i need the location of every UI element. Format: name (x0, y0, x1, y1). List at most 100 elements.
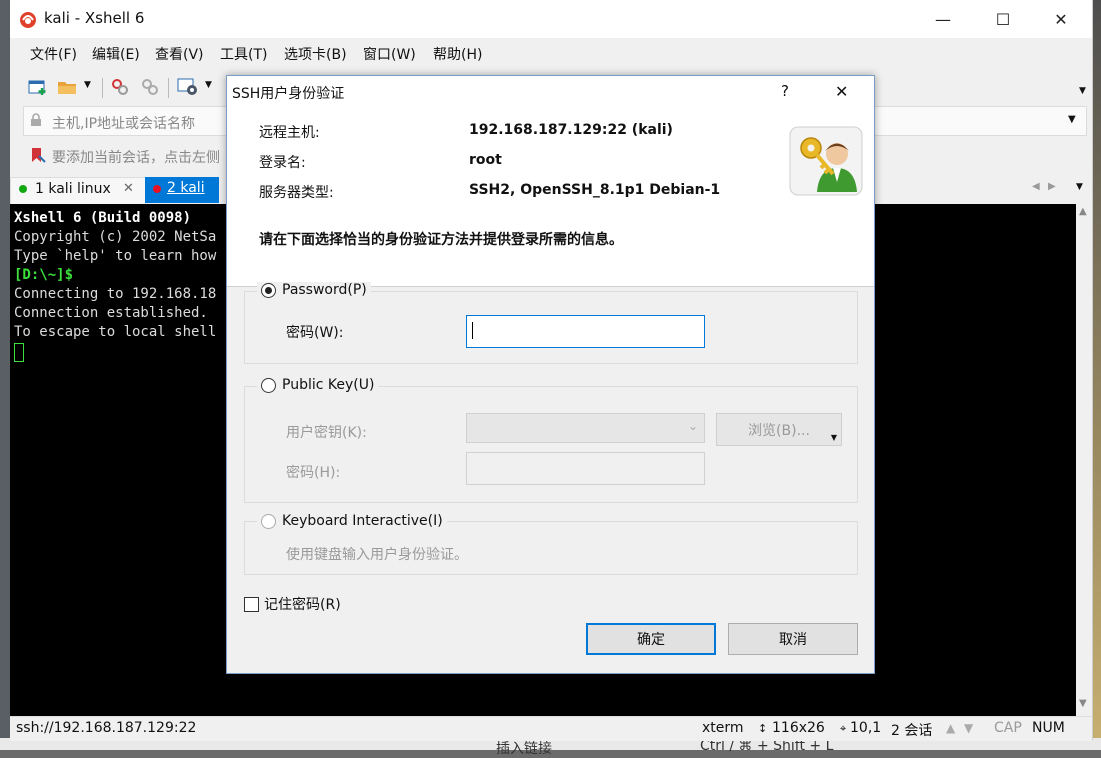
status-position: 10,1 (850, 720, 882, 736)
menu-tools[interactable]: 工具(T) (220, 44, 267, 64)
address-placeholder: 主机,IP地址或会话名称 (52, 116, 196, 132)
scroll-up-icon[interactable]: ▲ (1079, 206, 1087, 217)
user-key-icon (789, 126, 863, 196)
tab-status-dot (19, 185, 27, 193)
radio-disabled-indicator (261, 513, 276, 529)
status-size: 116x26 (772, 720, 825, 736)
tab-close-icon[interactable]: ✕ (123, 181, 134, 196)
scroll-down-icon[interactable]: ▼ (1079, 698, 1087, 709)
remote-host-label: 远程主机: (259, 125, 320, 141)
session-up-icon[interactable]: ▲ (946, 721, 955, 735)
open-folder-icon[interactable] (56, 76, 80, 98)
menu-edit[interactable]: 编辑(E) (92, 44, 140, 64)
maximize-button[interactable]: ☐ (980, 4, 1026, 34)
instruction-text: 请在下面选择恰当的身份验证方法并提供登录所需的信息。 (259, 232, 623, 248)
open-dropdown-icon[interactable]: ▼ (84, 80, 91, 90)
tab-status-dot (153, 185, 161, 193)
dialog-title: SSH用户身份验证 (232, 86, 345, 102)
chevron-down-icon: ⌄ (687, 419, 698, 433)
login-name-value: root (469, 152, 502, 168)
checkbox-box (244, 596, 259, 612)
radio-unselected-indicator (261, 377, 276, 393)
bookmark-icon (32, 148, 46, 163)
ok-button[interactable]: 确定 (586, 623, 716, 655)
cursor-position-icon: ⌖ (840, 722, 847, 735)
connect-icon[interactable] (108, 76, 132, 98)
status-connection: ssh://192.168.187.129:22 (16, 720, 197, 736)
hint-text: 要添加当前会话，点击左侧 (52, 150, 220, 166)
browse-button[interactable]: 浏览(B)... ▼ (716, 413, 842, 446)
terminal-output: Xshell 6 (Build 0098) Copyright (c) 2002… (14, 209, 216, 362)
toolbar-overflow-icon[interactable]: ▼ (1079, 86, 1086, 96)
toolbar-separator (102, 78, 103, 98)
desktop-left-edge (0, 0, 10, 750)
address-dropdown-icon[interactable]: ▼ (1068, 114, 1076, 125)
public-key-radio-label: Public Key(U) (282, 377, 375, 393)
properties-dropdown-icon[interactable]: ▼ (205, 80, 212, 90)
password-radio[interactable]: Password(P) (257, 282, 371, 298)
status-term-type: xterm (702, 720, 744, 736)
terminal-scrollbar[interactable]: ▲ ▼ (1076, 204, 1092, 716)
keyboard-interactive-description: 使用键盘输入用户身份验证。 (286, 547, 468, 563)
menu-file[interactable]: 文件(F) (30, 44, 77, 64)
terminal-cursor (14, 343, 24, 362)
session-down-icon[interactable]: ▼ (964, 721, 973, 735)
tab-label: 2 kali (167, 180, 205, 196)
browse-dropdown-icon: ▼ (830, 433, 837, 442)
menu-tabs[interactable]: 选项卡(B) (284, 44, 347, 64)
password-input[interactable] (466, 315, 705, 348)
dialog-help-button[interactable]: ? (781, 82, 789, 100)
remember-password-label: 记住密码(R) (264, 597, 341, 613)
background-insert-link-text: 插入链接 (496, 741, 552, 757)
terminal-line: Type `help' to learn how (14, 248, 217, 264)
text-caret (472, 322, 473, 339)
terminal-prompt: [D:\~]$ (14, 267, 74, 283)
tab-kali[interactable]: 2 kali (145, 177, 219, 203)
menu-window[interactable]: 窗口(W) (363, 44, 416, 64)
terminal-line: Connecting to 192.168.18 (14, 286, 217, 302)
user-key-select[interactable]: ⌄ (466, 413, 705, 443)
terminal-line: Connection established. (14, 305, 208, 321)
terminal-line: Copyright (c) 2002 NetSa (14, 229, 217, 245)
login-name-label: 登录名: (259, 155, 306, 171)
xshell-app-icon (20, 12, 36, 28)
status-num: NUM (1032, 720, 1065, 736)
keyboard-interactive-label: Keyboard Interactive(I) (282, 513, 443, 529)
ssh-auth-dialog: SSH用户身份验证 ? ✕ 远程主机: 192.168.187.129:22 (… (226, 75, 875, 674)
browse-button-label: 浏览(B)... (748, 422, 810, 439)
tab-label: 1 kali linux (35, 181, 111, 197)
dialog-close-button[interactable]: ✕ (835, 82, 848, 101)
key-passphrase-input[interactable] (466, 452, 705, 485)
disconnect-icon[interactable] (138, 76, 162, 98)
user-key-label: 用户密钥(K): (286, 425, 367, 441)
close-window-button[interactable]: ✕ (1038, 4, 1084, 34)
public-key-radio[interactable]: Public Key(U) (257, 377, 379, 393)
tab-scroll-right-icon[interactable]: ▶ (1048, 181, 1056, 192)
new-session-icon[interactable] (26, 76, 50, 98)
tab-kali-linux[interactable]: 1 kali linux ✕ (10, 177, 146, 205)
password-field-label: 密码(W): (286, 325, 344, 341)
menu-view[interactable]: 查看(V) (155, 44, 204, 64)
keyboard-interactive-radio[interactable]: Keyboard Interactive(I) (257, 513, 447, 529)
lock-icon (31, 113, 41, 126)
status-cap: CAP (994, 720, 1022, 736)
key-passphrase-label: 密码(H): (286, 465, 341, 481)
window-title: kali - Xshell 6 (44, 9, 145, 27)
remote-host-value: 192.168.187.129:22 (kali) (469, 122, 673, 138)
tab-list-dropdown-icon[interactable]: ▼ (1076, 182, 1083, 192)
tab-scroll-left-icon[interactable]: ◀ (1032, 181, 1040, 192)
menu-help[interactable]: 帮助(H) (433, 44, 482, 64)
properties-icon[interactable] (176, 76, 200, 98)
terminal-line: To escape to local shell (14, 324, 217, 340)
desktop-right-edge (1092, 0, 1101, 750)
server-type-label: 服务器类型: (259, 185, 334, 201)
radio-selected-indicator (261, 282, 276, 298)
minimize-button[interactable]: — (920, 4, 966, 34)
status-sessions: 2 会话 (891, 723, 933, 739)
password-radio-label: Password(P) (282, 282, 367, 298)
server-type-value: SSH2, OpenSSH_8.1p1 Debian-1 (469, 182, 721, 198)
toolbar-separator (168, 78, 169, 98)
size-icon: ↕ (758, 722, 768, 735)
cancel-button[interactable]: 取消 (728, 623, 858, 655)
remember-password-checkbox[interactable]: 记住密码(R) (244, 594, 341, 614)
